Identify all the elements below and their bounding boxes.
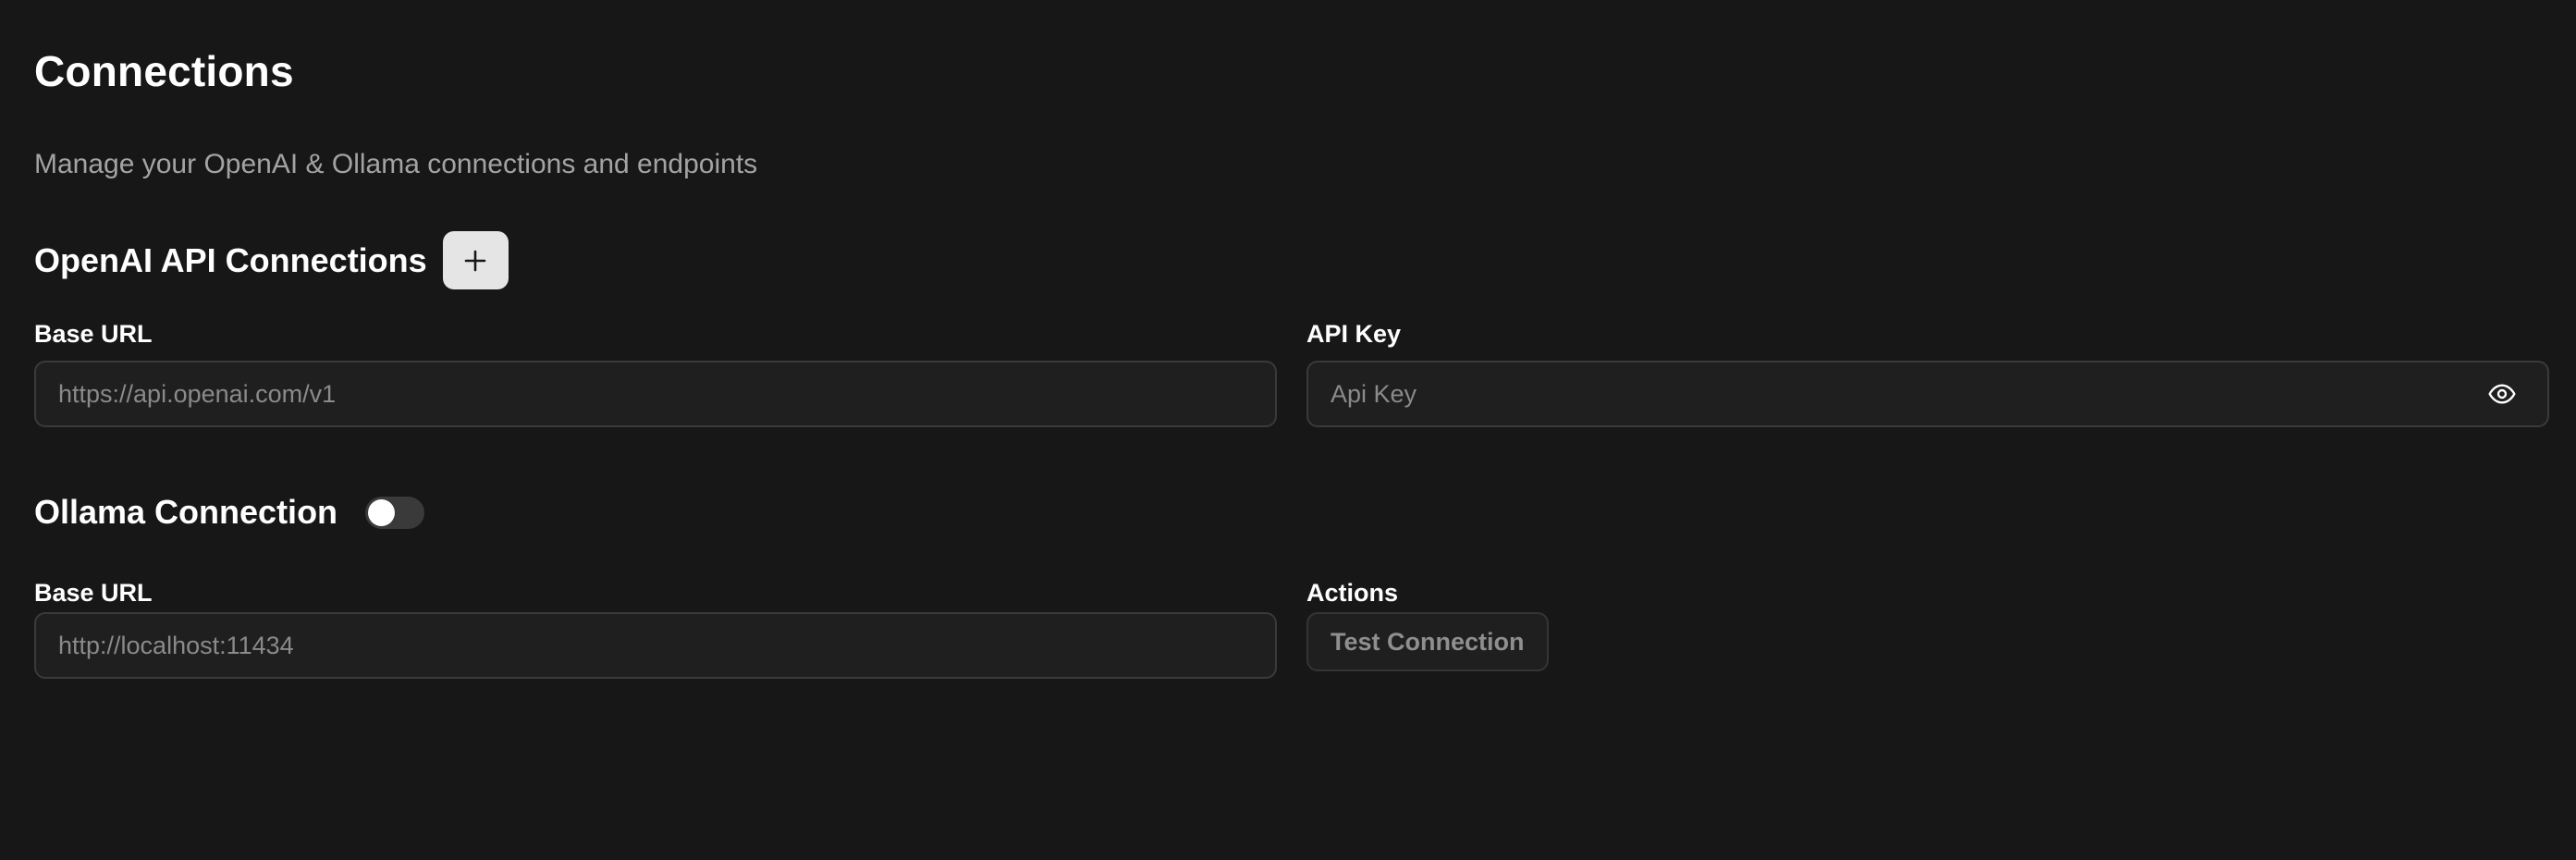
connections-page: Connections Manage your OpenAI & Ollama … <box>0 0 2576 860</box>
add-openai-connection-button[interactable] <box>442 231 509 289</box>
openai-api-key-label: API Key <box>1306 320 1402 348</box>
test-connection-button[interactable]: Test Connection <box>1306 612 1549 671</box>
openai-api-key-input[interactable] <box>1306 361 2549 427</box>
eye-icon <box>2488 384 2516 404</box>
ollama-enable-toggle[interactable] <box>365 496 425 529</box>
toggle-knob <box>368 498 396 526</box>
page-subtitle: Manage your OpenAI & Ollama connections … <box>34 149 758 179</box>
ollama-base-url-input[interactable] <box>34 612 1277 679</box>
actions-label: Actions <box>1306 579 1399 607</box>
page-title: Connections <box>34 47 294 95</box>
openai-base-url-input[interactable] <box>34 361 1277 427</box>
openai-section-heading: OpenAI API Connections <box>34 231 509 289</box>
plus-icon <box>464 250 486 271</box>
ollama-section-heading: Ollama Connection <box>34 490 425 534</box>
toggle-api-key-visibility-button[interactable] <box>2484 375 2521 412</box>
ollama-base-url-label: Base URL <box>34 579 153 607</box>
openai-heading-label: OpenAI API Connections <box>34 240 427 279</box>
openai-base-url-label: Base URL <box>34 320 153 348</box>
ollama-heading-label: Ollama Connection <box>34 493 338 531</box>
